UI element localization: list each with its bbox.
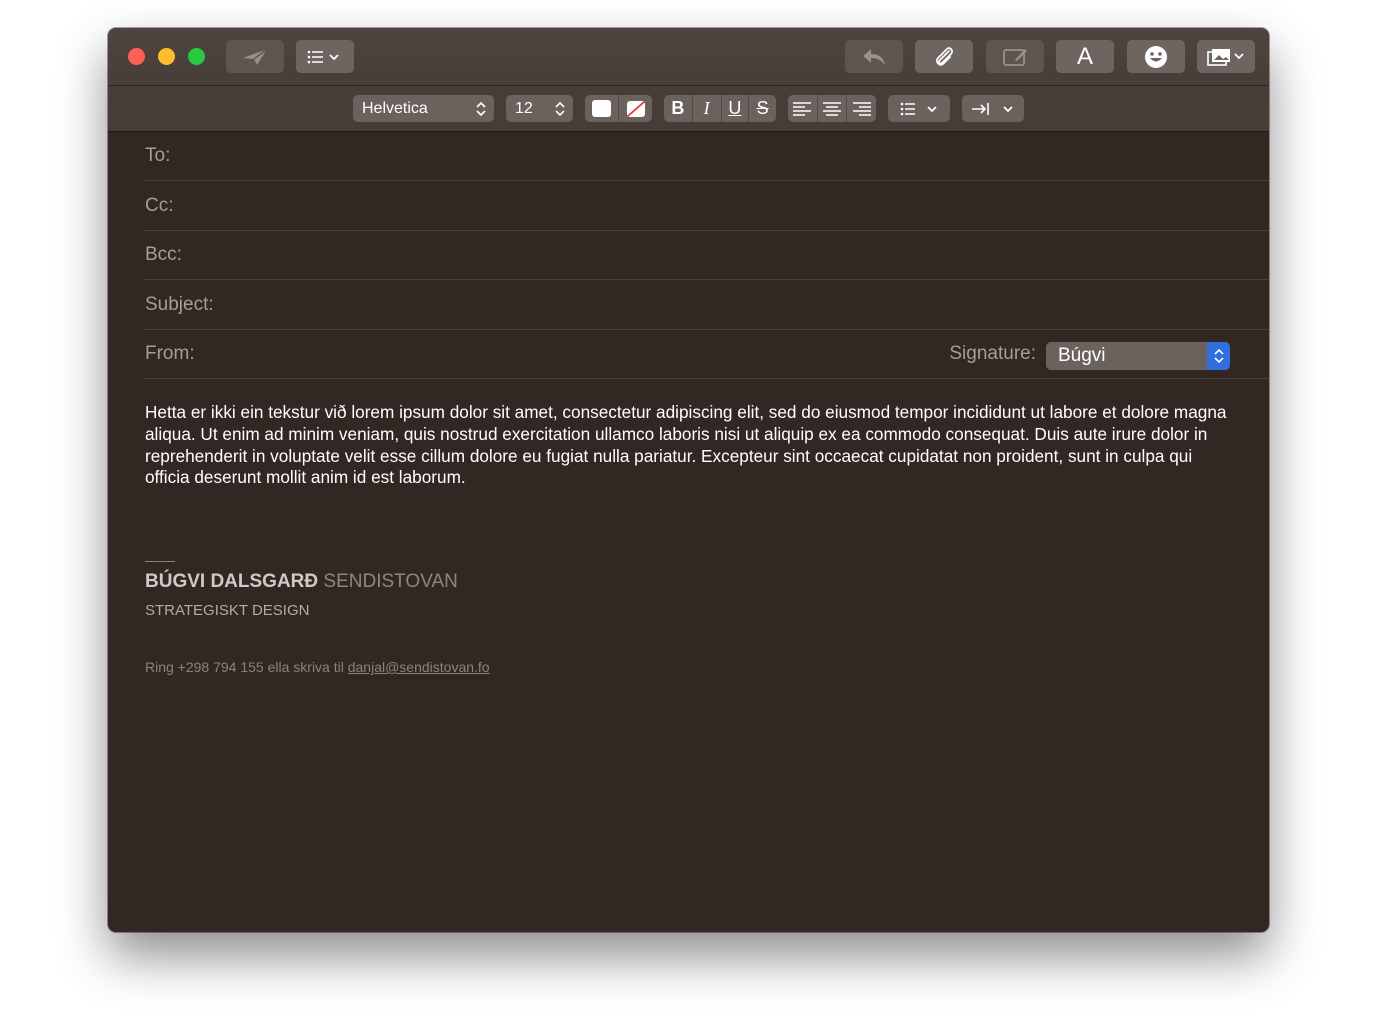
text-color-button[interactable] xyxy=(585,95,618,122)
background-color-button[interactable] xyxy=(618,95,652,122)
strikethrough-button[interactable]: S xyxy=(748,95,776,122)
signature-email-link[interactable]: danjal@sendistovan.fo xyxy=(348,659,490,675)
reply-button[interactable] xyxy=(845,40,903,73)
align-center-icon xyxy=(823,101,841,116)
no-color-swatch-icon xyxy=(626,100,645,117)
list-icon xyxy=(307,50,339,63)
header-fields-button[interactable] xyxy=(296,40,354,73)
signature-name: BÚGVI DALSGARÐ xyxy=(145,571,319,592)
message-body[interactable]: Hetta er ikki ein tekstur við lorem ipsu… xyxy=(145,402,1230,489)
up-down-chevron-icon xyxy=(472,101,490,117)
smiley-icon xyxy=(1145,45,1167,68)
font-size-value: 12 xyxy=(515,99,533,117)
attach-button[interactable] xyxy=(915,40,973,73)
signature-divider xyxy=(145,561,175,562)
fonts-label: A xyxy=(1076,42,1093,70)
paperclip-icon xyxy=(936,46,953,66)
font-family-select[interactable]: Helvetica xyxy=(353,95,494,122)
bcc-label: Bcc: xyxy=(145,243,182,265)
alignment-controls xyxy=(788,95,876,122)
signature-contact-text: Ring +298 794 155 ella skriva til xyxy=(145,659,344,675)
reply-arrow-icon xyxy=(863,48,885,65)
cc-field[interactable]: Cc: xyxy=(145,181,1269,231)
font-family-value: Helvetica xyxy=(362,99,428,117)
underline-button[interactable]: U xyxy=(720,95,749,122)
close-button[interactable] xyxy=(128,48,145,65)
zoom-button[interactable] xyxy=(188,48,205,65)
font-size-select[interactable]: 12 xyxy=(506,95,573,122)
align-right-icon xyxy=(852,101,871,116)
format-bar: Helvetica 12 B I U S xyxy=(108,86,1269,132)
align-left-button[interactable] xyxy=(788,95,817,122)
to-label: To: xyxy=(145,144,171,166)
up-down-chevron-icon xyxy=(551,101,569,117)
send-button[interactable] xyxy=(226,40,284,73)
subject-label: Subject: xyxy=(145,293,214,315)
subject-field[interactable]: Subject: xyxy=(145,280,1269,330)
up-down-chevron-icon xyxy=(1207,342,1230,370)
signature-contact: Ring +298 794 155 ella skriva til danjal… xyxy=(145,659,490,675)
compose-window: A Helvetica 12 B I U S To: Cc: Bcc: Subj… xyxy=(108,28,1269,932)
from-label: From: xyxy=(145,343,195,364)
signature-value: Búgvi xyxy=(1058,345,1106,366)
color-controls xyxy=(585,95,652,122)
from-row: From: Signature: Búgvi xyxy=(145,330,1269,379)
paper-plane-icon xyxy=(243,47,268,65)
photo-browser-icon xyxy=(1207,48,1244,66)
signature-name-line: BÚGVI DALSGARÐ SENDISTOVAN xyxy=(145,571,458,593)
signature-company: SENDISTOVAN xyxy=(323,571,458,592)
text-style-controls: B I U S xyxy=(664,95,776,122)
bulleted-list-icon xyxy=(900,102,937,115)
markup-button[interactable] xyxy=(986,40,1044,73)
italic-button[interactable]: I xyxy=(691,95,721,122)
photo-browser-button[interactable] xyxy=(1197,40,1255,73)
markup-icon xyxy=(1003,48,1027,66)
list-style-dropdown[interactable] xyxy=(888,95,950,122)
bold-button[interactable]: B xyxy=(664,95,692,122)
minimize-button[interactable] xyxy=(158,48,175,65)
signature-tagline: STRATEGISKT DESIGN xyxy=(145,602,310,619)
align-right-button[interactable] xyxy=(846,95,876,122)
indent-dropdown[interactable] xyxy=(962,95,1024,122)
fonts-button[interactable]: A xyxy=(1056,40,1114,73)
title-bar: A xyxy=(108,28,1269,86)
bcc-field[interactable]: Bcc: xyxy=(145,230,1269,280)
indent-icon xyxy=(972,102,1013,115)
text-color-swatch-icon xyxy=(592,100,611,117)
cc-label: Cc: xyxy=(145,194,174,216)
signature-label: Signature: xyxy=(949,343,1036,364)
align-left-icon xyxy=(793,101,812,116)
signature-select[interactable]: Búgvi xyxy=(1046,342,1230,370)
to-field[interactable]: To: xyxy=(145,131,1269,181)
align-center-button[interactable] xyxy=(816,95,847,122)
emoji-button[interactable] xyxy=(1127,40,1185,73)
